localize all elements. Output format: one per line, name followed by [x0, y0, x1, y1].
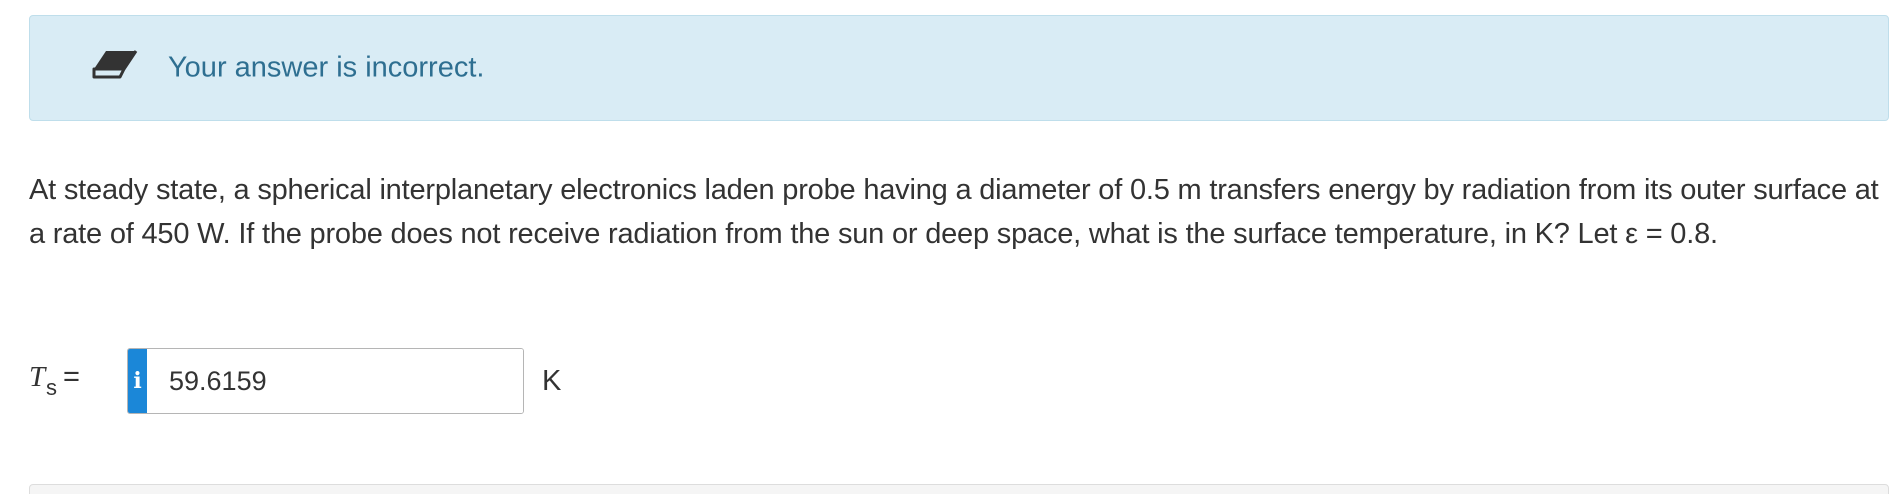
question-text: At steady state, a spherical interplanet…: [29, 174, 1879, 250]
feedback-message: Your answer is incorrect.: [168, 51, 485, 84]
answer-row: T s = i K: [29, 348, 561, 414]
variable-subscript: s: [46, 375, 57, 400]
feedback-alert: Your answer is incorrect.: [29, 15, 1889, 121]
unit-label: K: [542, 364, 562, 397]
equals-sign: =: [63, 361, 80, 393]
variable-label: T s =: [29, 361, 99, 401]
info-icon[interactable]: i: [128, 349, 147, 413]
variable-symbol: T: [29, 361, 46, 393]
page: Your answer is incorrect. At steady stat…: [0, 0, 1904, 494]
bottom-panel: [29, 484, 1889, 494]
answer-input-group: i: [127, 348, 524, 414]
eraser-icon: [92, 50, 138, 79]
answer-input[interactable]: [147, 349, 523, 413]
